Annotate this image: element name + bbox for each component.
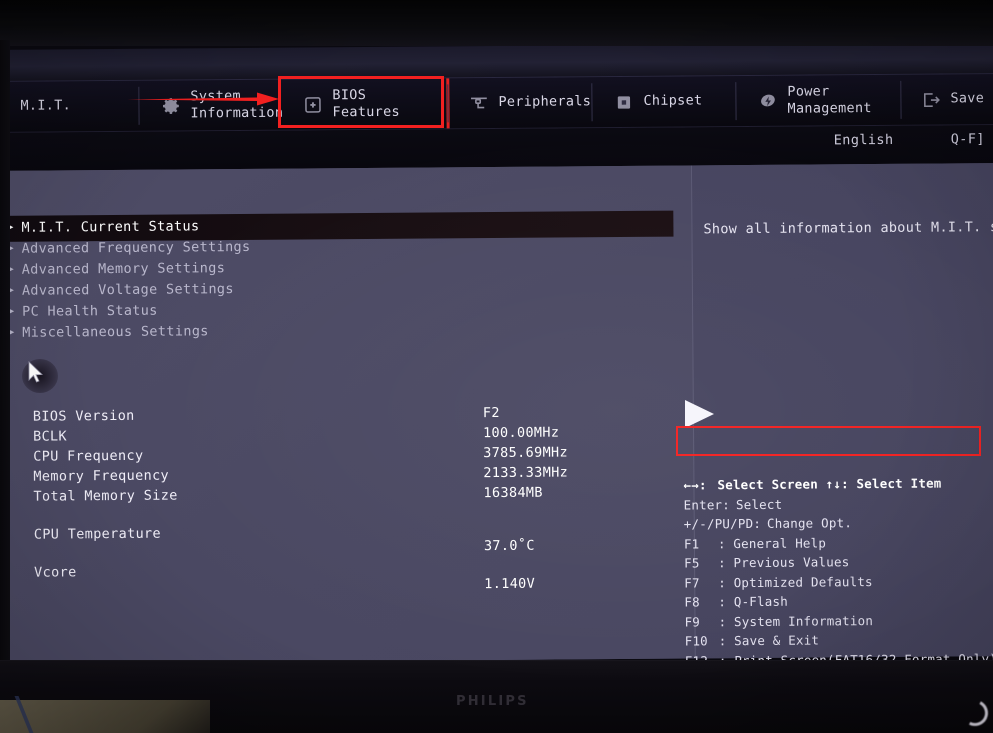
monitor-brand-label: PHILIPS: [456, 694, 529, 709]
monitor-photo: GIGABYTE UEFI DualBIOS M.I.T. SystemI: [0, 0, 993, 733]
mit-current-status-table: BIOS Version F2 BCLK 100.00MHz CPU Frequ…: [3, 403, 694, 592]
help-text: Select Screen ↑↓: Select Item: [717, 475, 942, 493]
help-description-text: Show all information about M.I.T. s: [703, 219, 993, 238]
row-label: CPU Temperature: [33, 525, 162, 543]
help-row-f9: F9 : System Information: [684, 610, 993, 632]
row-value: 3785.69MHz: [483, 444, 569, 462]
help-text: : General Help: [717, 535, 827, 552]
language-selector[interactable]: English: [834, 132, 894, 148]
power-bolt-icon: [757, 90, 778, 111]
bios-screen: GIGABYTE UEFI DualBIOS M.I.T. SystemI: [0, 46, 993, 660]
row-label: BCLK: [32, 428, 68, 445]
peripherals-icon: [468, 93, 489, 114]
help-row-f10: F10 : Save & Exit: [685, 629, 993, 651]
tab-save-label: Save: [950, 90, 985, 107]
row-value: 2133.33MHz: [483, 464, 569, 482]
chevron-right-icon: ▶: [8, 326, 15, 338]
help-text: : Q-Flash: [718, 593, 788, 610]
menu-item-label: PC Health Status: [22, 302, 158, 320]
row-value: 37.0˚C: [483, 537, 535, 555]
menu-item-label: Advanced Frequency Settings: [21, 238, 251, 257]
help-text: : Save & Exit: [718, 632, 820, 649]
exit-arrow-icon: [920, 89, 941, 110]
annotation-box-select-screen: [676, 426, 981, 456]
annotation-box-bios-features: [278, 76, 444, 128]
help-key: F5: [684, 555, 700, 571]
help-row-select-screen: ←→: Select Screen ↑↓: Select Item: [683, 473, 993, 495]
help-row-f5: F5 : Previous Values: [684, 551, 993, 573]
annotation-arrow: [124, 92, 279, 106]
q-flash-button[interactable]: Q-F]: [951, 131, 985, 147]
help-key: +/-/PU/PD:: [683, 516, 762, 532]
help-row-f7: F7 : Optimized Defaults: [684, 571, 993, 593]
help-text: : System Information: [718, 612, 874, 630]
tab-mit-label: M.I.T.: [20, 97, 72, 115]
row-label: Vcore: [34, 564, 77, 581]
tab-power-management[interactable]: Power Management: [745, 74, 884, 127]
row-value: F2: [482, 404, 500, 422]
tab-peripherals[interactable]: Peripherals: [456, 76, 603, 129]
row-label: CPU Frequency: [33, 447, 144, 465]
chevron-right-icon: ▶: [8, 305, 15, 317]
help-text: : Previous Values: [718, 554, 850, 571]
row-value: 16384MB: [483, 484, 543, 502]
help-text: Select: [735, 496, 783, 512]
row-cpu-temperature: CPU Temperature 37.0˚C: [4, 521, 694, 554]
mouse-pointer-icon: [28, 361, 43, 383]
help-key: F1: [683, 536, 700, 552]
tab-peripherals-label: Peripherals: [498, 93, 592, 111]
menu-item-label: Advanced Voltage Settings: [21, 280, 234, 299]
tab-chipset-label: Chipset: [643, 92, 703, 110]
row-value: 1.140V: [484, 575, 536, 593]
help-row-change-opt: +/-/PU/PD: Change Opt.: [684, 512, 993, 534]
monitor-cable: [14, 696, 126, 733]
row-label: BIOS Version: [32, 407, 135, 425]
help-row-enter: Enter: Select: [684, 493, 993, 515]
chipset-icon: [613, 91, 634, 112]
help-text: Change Opt.: [766, 515, 853, 532]
row-label: Total Memory Size: [33, 487, 178, 505]
menu-item-label: M.I.T. Current Status: [21, 217, 200, 236]
help-key: F7: [684, 575, 700, 591]
help-key: F12: [685, 653, 719, 660]
mit-menu-list: ▶ M.I.T. Current Status ▶ Advanced Frequ…: [1, 212, 682, 343]
tab-mit[interactable]: M.I.T.: [8, 80, 83, 133]
tab-power-management-label: Power Management: [787, 83, 872, 117]
row-label: Memory Frequency: [33, 467, 170, 485]
monitor-bezel-left: [0, 40, 10, 700]
help-text: : Print Screen(FAT16/32 Format Only): [718, 650, 993, 660]
help-row-f8: F8 : Q-Flash: [684, 590, 993, 612]
menu-item-label: Miscellaneous Settings: [22, 322, 209, 341]
row-total-memory-size: Total Memory Size 16384MB: [3, 483, 693, 508]
monitor-bezel-top: [0, 0, 993, 46]
keyboard-help-list: ←→: Select Screen ↑↓: Select Item Enter:…: [683, 473, 993, 660]
help-key: F9: [684, 614, 701, 630]
help-key: F10: [684, 633, 708, 649]
help-row-f12: F12 : Print Screen(FAT16/32 Format Only): [685, 649, 993, 660]
help-key: F8: [684, 594, 700, 610]
help-key: Enter:: [683, 496, 731, 513]
tab-save-and-exit[interactable]: Save: [908, 73, 993, 126]
tab-chipset[interactable]: Chipset: [601, 75, 714, 128]
menu-item-label: Advanced Memory Settings: [21, 259, 226, 278]
bios-body: ▶ M.I.T. Current Status ▶ Advanced Frequ…: [0, 163, 993, 660]
row-value: 100.00MHz: [482, 424, 560, 442]
help-text: : Optimized Defaults: [718, 573, 873, 591]
help-key: ←→:: [683, 477, 707, 493]
help-row-f1: F1 : General Help: [684, 532, 993, 554]
